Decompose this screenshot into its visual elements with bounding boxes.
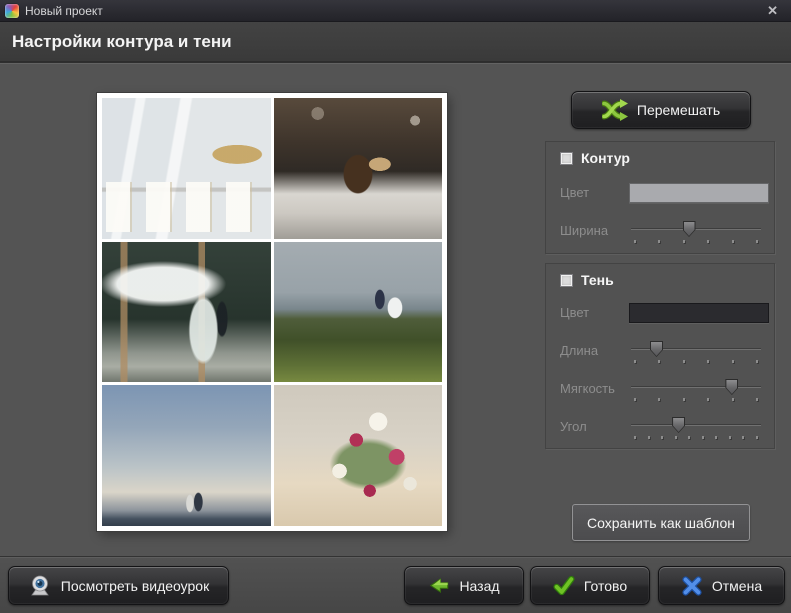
- window-title: Новый проект: [25, 3, 103, 18]
- shadow-color-swatch[interactable]: [629, 303, 769, 323]
- shadow-length-slider[interactable]: [631, 339, 761, 366]
- shuffle-icon: [601, 99, 628, 121]
- contour-color-swatch[interactable]: [629, 183, 769, 203]
- slider-thumb[interactable]: [725, 379, 739, 395]
- dialog-window: Новый проект ✕ Настройки контура и тени: [0, 0, 791, 613]
- slider-thumb[interactable]: [650, 341, 663, 357]
- dialog-header: Настройки контура и тени: [0, 22, 791, 62]
- photo-tile[interactable]: [273, 98, 442, 239]
- cancel-button[interactable]: Отмена: [658, 566, 785, 605]
- contour-checkbox[interactable]: [560, 151, 573, 165]
- slider-track: [631, 386, 761, 387]
- shadow-group: Тень Цвет Длина Мягкость Угол: [545, 263, 775, 449]
- footer-bar: Посмотреть видеоурок Назад Готово Отмена: [0, 556, 791, 613]
- shadow-checkbox[interactable]: [560, 273, 573, 287]
- photo-tile[interactable]: [273, 241, 442, 383]
- shadow-group-title: Тень: [581, 272, 614, 288]
- back-button[interactable]: Назад: [404, 566, 524, 605]
- back-label: Назад: [459, 577, 500, 594]
- slider-thumb[interactable]: [672, 417, 686, 433]
- shadow-angle-slider[interactable]: [631, 415, 761, 442]
- slider-ticks: [634, 436, 758, 439]
- slider-track: [631, 228, 761, 229]
- page-title: Настройки контура и тени: [12, 31, 232, 51]
- cancel-label: Отмена: [711, 577, 763, 594]
- checkmark-icon: [553, 575, 575, 597]
- contour-group: Контур Цвет Ширина: [545, 141, 775, 254]
- photo-tile[interactable]: [102, 241, 271, 383]
- slider-thumb[interactable]: [682, 221, 696, 237]
- save-template-button[interactable]: Сохранить как шаблон: [572, 504, 750, 541]
- shadow-softness-slider[interactable]: [631, 377, 761, 404]
- contour-width-label: Ширина: [560, 223, 609, 238]
- photo-tile[interactable]: [273, 385, 442, 526]
- slider-track: [631, 424, 761, 425]
- photo-tile[interactable]: [102, 98, 271, 239]
- shadow-angle-label: Угол: [560, 419, 587, 434]
- app-icon: [5, 3, 19, 18]
- shuffle-button[interactable]: Перемешать: [571, 91, 751, 129]
- photo-tile[interactable]: [102, 385, 271, 526]
- slider-ticks: [634, 360, 758, 363]
- collage-preview: [97, 93, 447, 531]
- video-tutorial-button[interactable]: Посмотреть видеоурок: [8, 566, 229, 605]
- contour-group-title: Контур: [581, 150, 630, 166]
- shadow-length-label: Длина: [560, 343, 599, 358]
- titlebar: Новый проект ✕: [0, 0, 791, 22]
- shuffle-label: Перемешать: [636, 102, 721, 118]
- done-button[interactable]: Готово: [530, 566, 650, 605]
- close-icon[interactable]: ✕: [767, 3, 778, 19]
- webcam-icon: [28, 574, 52, 598]
- shadow-softness-label: Мягкость: [560, 381, 615, 396]
- contour-width-slider[interactable]: [631, 219, 761, 246]
- arrow-left-icon: [428, 575, 450, 597]
- slider-ticks: [634, 398, 758, 401]
- blue-x-icon: [681, 575, 703, 597]
- contour-color-label: Цвет: [560, 185, 590, 200]
- slider-ticks: [634, 240, 758, 243]
- shadow-color-label: Цвет: [560, 305, 590, 320]
- done-label: Готово: [583, 577, 628, 594]
- video-tutorial-label: Посмотреть видеоурок: [60, 577, 210, 594]
- content-area: Перемешать Контур Цвет Ширина Тень Цвет: [0, 62, 791, 556]
